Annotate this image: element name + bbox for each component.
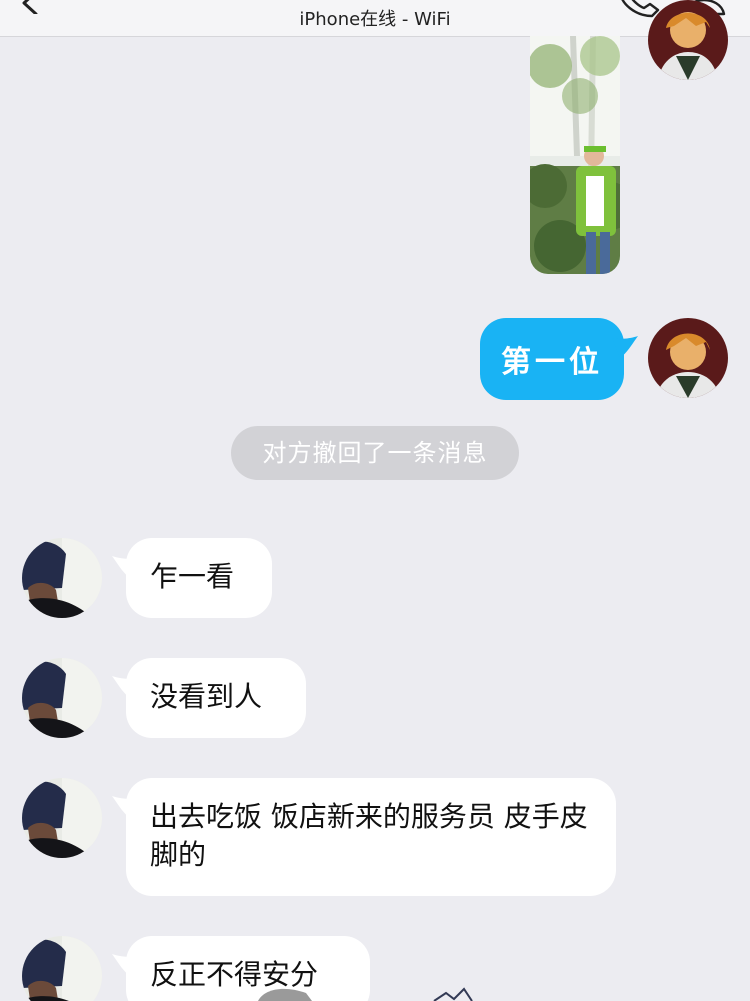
bubble-tail [612,336,638,358]
avatar-photo [648,0,728,80]
contact-avatar[interactable] [22,658,102,738]
phone-icon [621,0,660,18]
avatar-photo [648,318,728,398]
call-button[interactable] [614,0,660,18]
chat-header: iPhone在线 - WiFi [0,0,750,37]
chat-screen: iPhone在线 - WiFi 第一位 对方撤回了一条消息 乍一看 没看到人 出… [0,0,750,1001]
contact-avatar[interactable] [22,936,102,1001]
sent-message-bubble[interactable]: 第一位 [480,318,624,400]
message-text: 乍一看 [150,560,235,593]
my-avatar[interactable] [648,318,728,398]
my-avatar[interactable] [648,0,728,80]
received-message-bubble[interactable]: 乍一看 [126,538,272,618]
contact-avatar[interactable] [22,778,102,858]
contact-avatar[interactable] [22,538,102,618]
avatar-photo [22,778,102,858]
message-text: 出去吃饭 饭店新来的服务员 皮手皮脚的 [150,800,588,871]
avatar-photo [22,936,102,1001]
received-message-bubble[interactable]: 出去吃饭 饭店新来的服务员 皮手皮脚的 [126,778,616,896]
partial-sticker [258,987,473,1001]
avatar-photo [22,658,102,738]
message-text: 没看到人 [150,680,263,713]
photo-thumbnail [530,36,620,274]
avatar-photo [22,538,102,618]
received-message-bubble[interactable]: 没看到人 [126,658,306,738]
recall-notice: 对方撤回了一条消息 [231,426,519,480]
image-message[interactable] [530,36,620,274]
